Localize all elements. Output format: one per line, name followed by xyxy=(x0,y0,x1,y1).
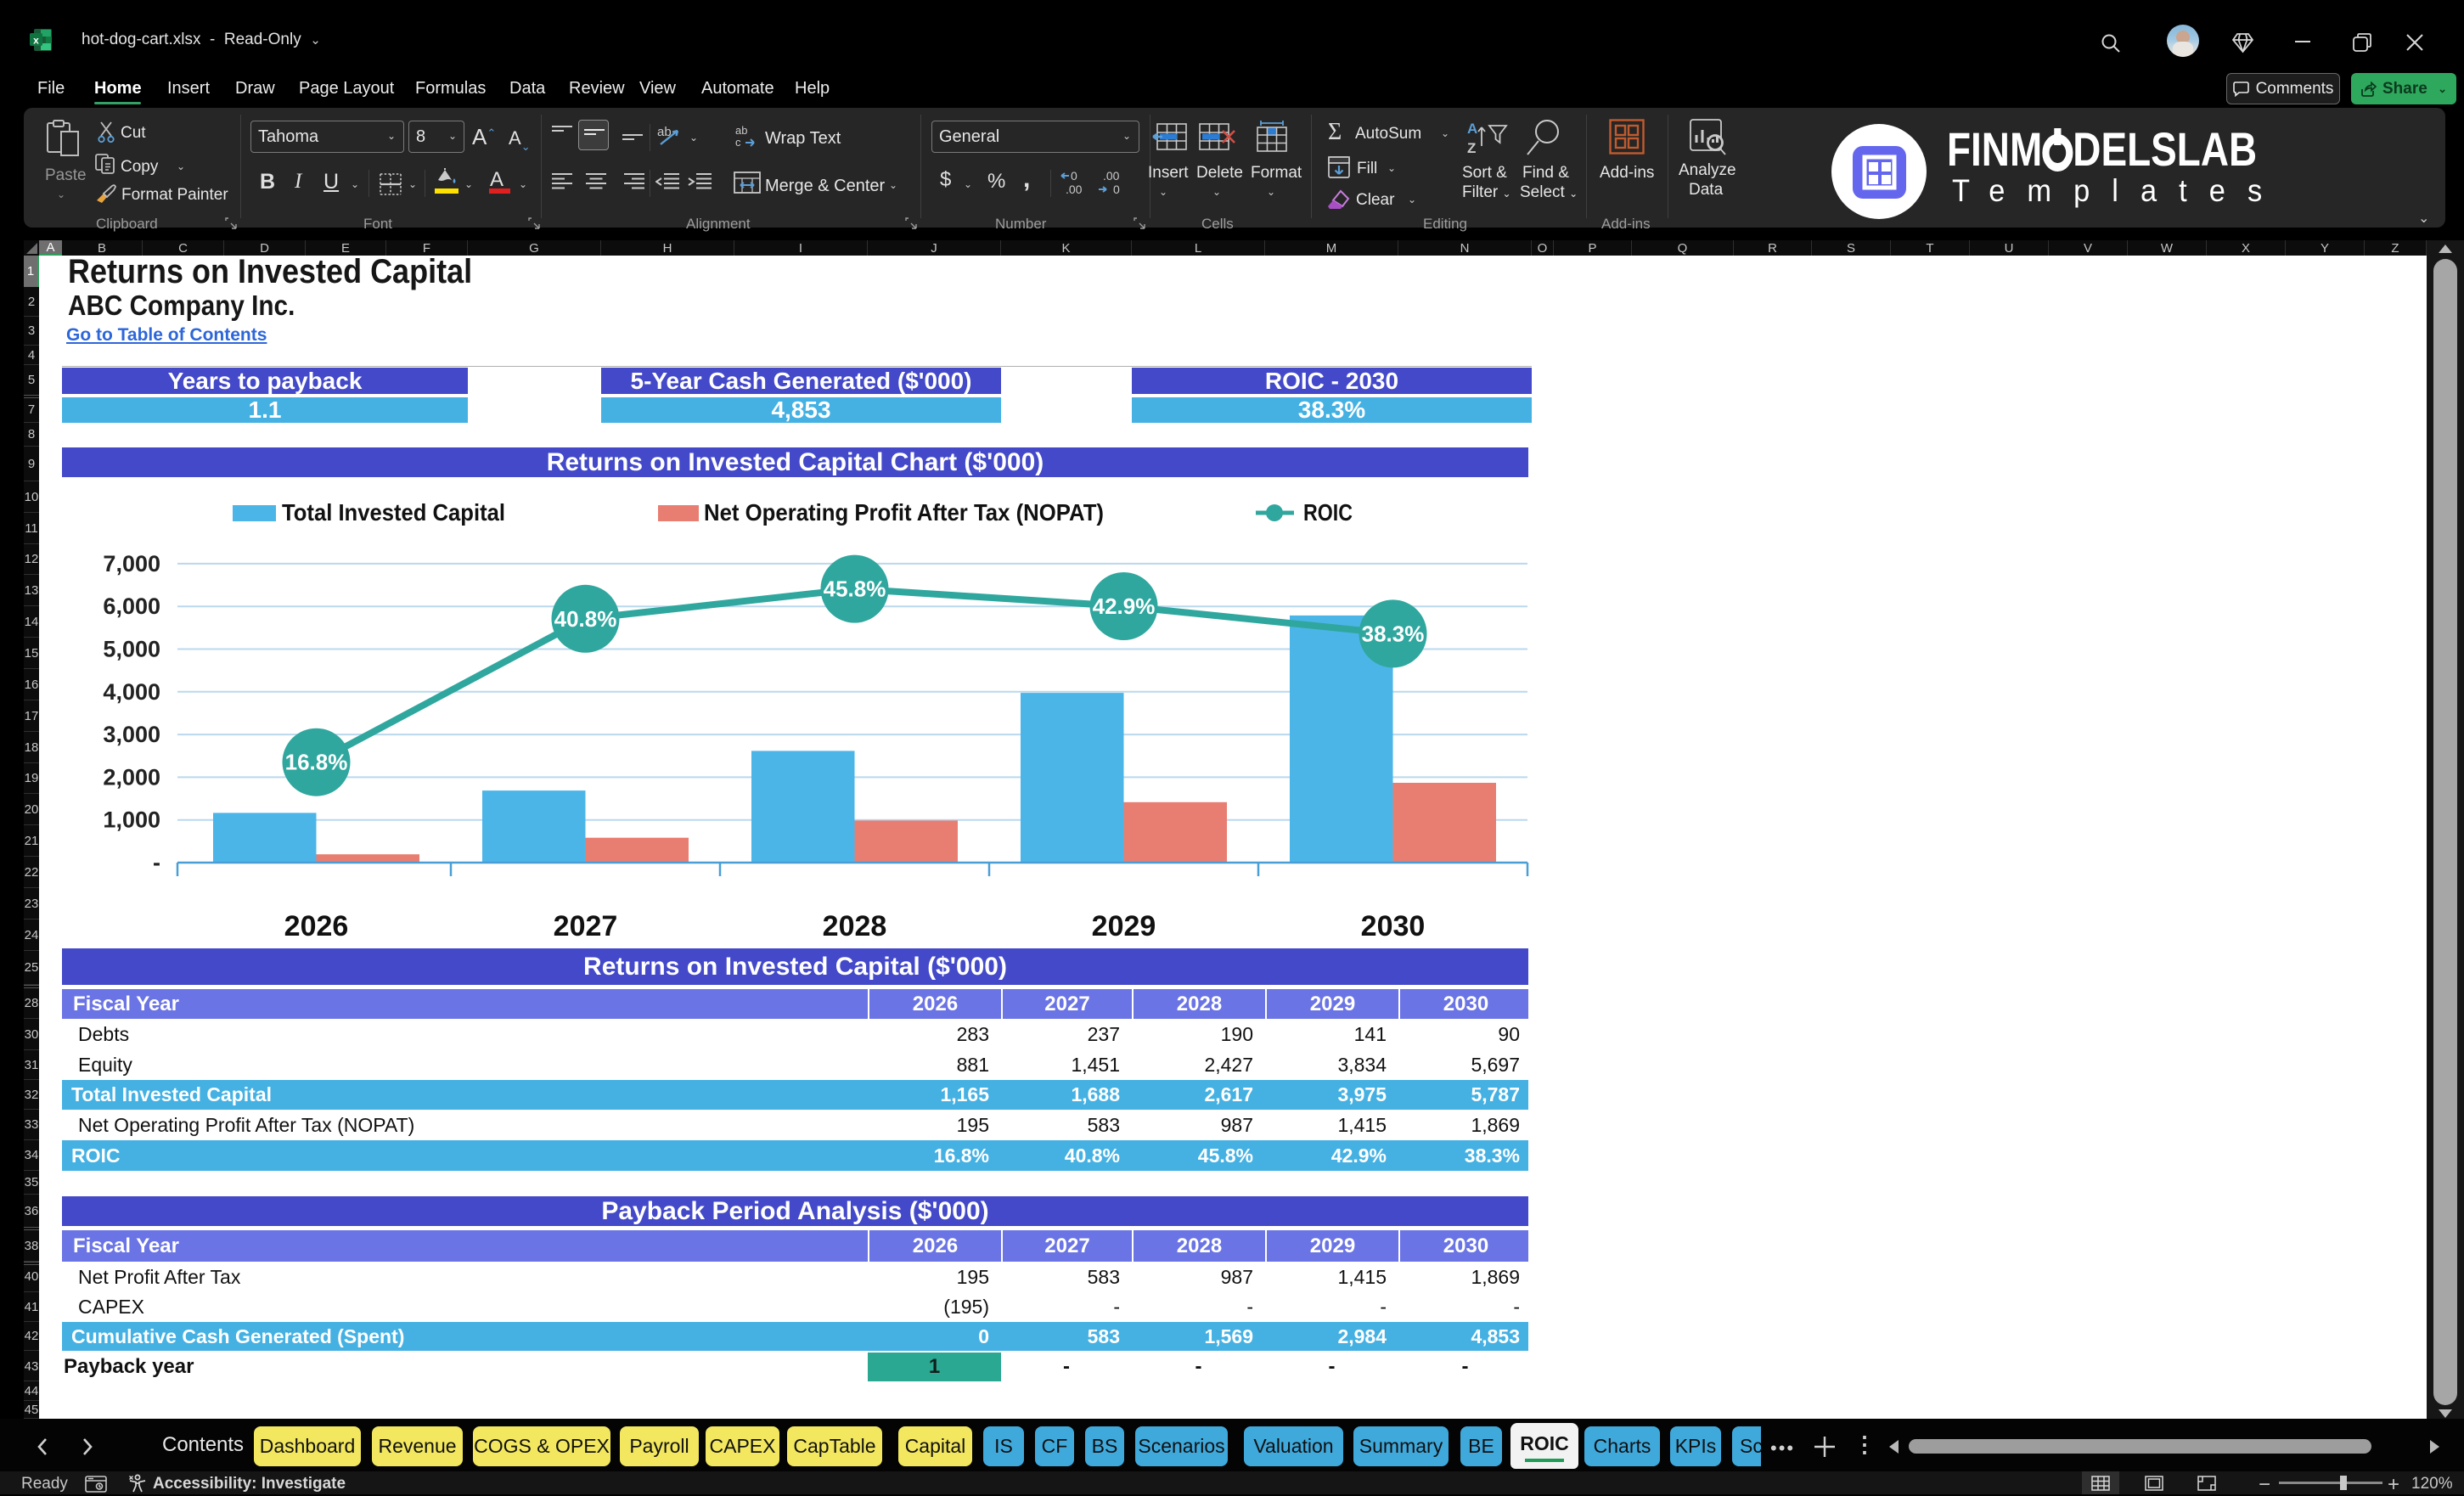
svg-text:ROIC: ROIC xyxy=(1303,499,1353,526)
svg-text:0: 0 xyxy=(1113,183,1120,195)
svg-text:2029: 2029 xyxy=(1092,910,1156,942)
svg-text:42.9%: 42.9% xyxy=(1093,593,1156,619)
svg-text:3,000: 3,000 xyxy=(103,722,160,747)
svg-text:1,000: 1,000 xyxy=(103,807,160,833)
svg-text:.00: .00 xyxy=(1066,183,1083,195)
svg-text:38.3%: 38.3% xyxy=(1362,621,1425,646)
svg-text:0: 0 xyxy=(1071,170,1077,183)
svg-text:2030: 2030 xyxy=(1361,910,1426,942)
svg-text:Net Operating Profit After Tax: Net Operating Profit After Tax (NOPAT) xyxy=(704,499,1104,526)
svg-text:c: c xyxy=(735,136,741,149)
svg-text:40.8%: 40.8% xyxy=(554,606,617,632)
svg-text:Z: Z xyxy=(1467,140,1476,156)
svg-text:2028: 2028 xyxy=(823,910,887,942)
svg-text:ab: ab xyxy=(735,124,747,137)
svg-text:-: - xyxy=(153,850,160,875)
svg-text:45.8%: 45.8% xyxy=(824,576,886,602)
svg-text:x: x xyxy=(33,35,39,47)
svg-text:5,000: 5,000 xyxy=(103,637,160,662)
svg-text:2,000: 2,000 xyxy=(103,764,160,790)
svg-text:2026: 2026 xyxy=(284,910,349,942)
svg-text:4,000: 4,000 xyxy=(103,679,160,705)
svg-text:7,000: 7,000 xyxy=(103,551,160,576)
svg-text:Total Invested Capital: Total Invested Capital xyxy=(282,499,505,526)
svg-text:2027: 2027 xyxy=(554,910,618,942)
svg-text:16.8%: 16.8% xyxy=(285,750,348,775)
svg-text:6,000: 6,000 xyxy=(103,593,160,619)
svg-text:.00: .00 xyxy=(1103,170,1120,183)
svg-text:A: A xyxy=(1467,121,1477,137)
